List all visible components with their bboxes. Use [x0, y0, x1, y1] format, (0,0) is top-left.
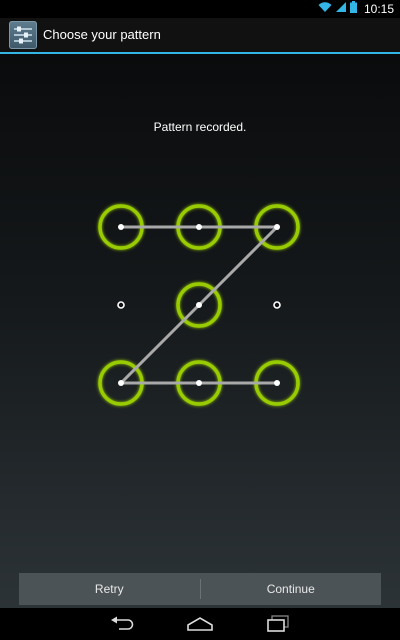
- pattern-dot-7[interactable]: [118, 380, 124, 386]
- pattern-dot-4[interactable]: [117, 301, 125, 309]
- pattern-dot-3[interactable]: [274, 224, 280, 230]
- back-icon[interactable]: [83, 608, 161, 640]
- continue-button[interactable]: Continue: [201, 573, 382, 605]
- recents-icon[interactable]: [239, 608, 317, 640]
- button-bar: Retry Continue: [19, 573, 381, 605]
- pattern-dot-2[interactable]: [196, 224, 202, 230]
- home-icon[interactable]: [161, 608, 239, 640]
- pattern-grid[interactable]: [0, 0, 400, 640]
- pattern-dot-1[interactable]: [118, 224, 124, 230]
- navigation-bar: [0, 608, 400, 640]
- pattern-dot-6[interactable]: [273, 301, 281, 309]
- pattern-dot-5[interactable]: [196, 302, 202, 308]
- pattern-dot-9[interactable]: [274, 380, 280, 386]
- retry-button[interactable]: Retry: [19, 573, 200, 605]
- pattern-dot-8[interactable]: [196, 380, 202, 386]
